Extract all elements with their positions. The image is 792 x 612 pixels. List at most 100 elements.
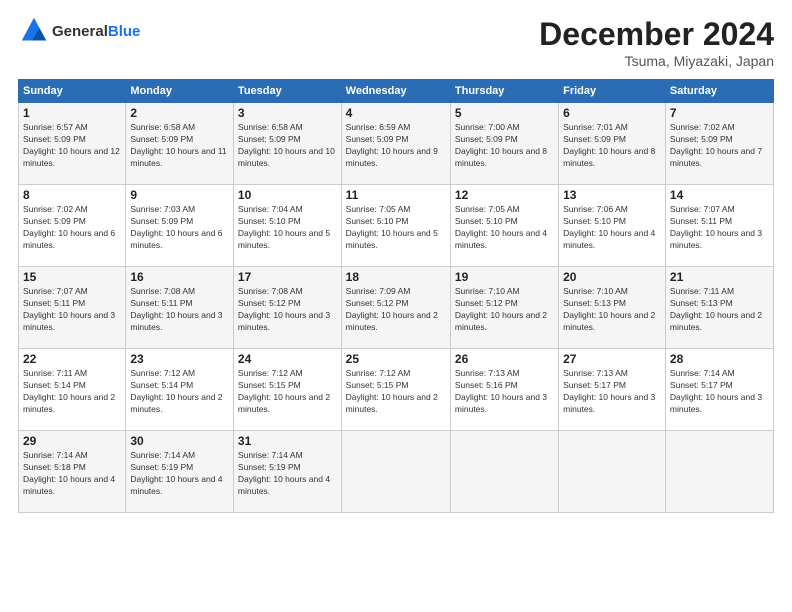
- day-number: 2: [130, 106, 229, 120]
- day-info: Sunrise: 7:14 AMSunset: 5:19 PMDaylight:…: [130, 450, 229, 498]
- day-number: 14: [670, 188, 769, 202]
- calendar-cell: 26 Sunrise: 7:13 AMSunset: 5:16 PMDayligh…: [450, 349, 558, 431]
- calendar-cell: 15Sunrise: 7:07 AMSunset: 5:11 PMDayligh…: [19, 267, 126, 349]
- day-number: 30: [130, 434, 229, 448]
- day-number: 31: [238, 434, 337, 448]
- day-number: 21: [670, 270, 769, 284]
- day-info: Sunrise: 7:00 AMSunset: 5:09 PMDaylight:…: [455, 122, 554, 170]
- day-info: Sunrise: 7:08 AMSunset: 5:12 PMDaylight:…: [238, 286, 337, 334]
- day-info: Sunrise: 7:09 AMSunset: 5:12 PMDaylight:…: [346, 286, 446, 334]
- day-info: Sunrise: 7:12 AMSunset: 5:15 PMDaylight:…: [346, 368, 446, 416]
- calendar-cell: 17 Sunrise: 7:08 AMSunset: 5:12 PMDayligh…: [233, 267, 341, 349]
- day-info: Sunrise: 7:04 AMSunset: 5:10 PMDaylight:…: [238, 204, 337, 252]
- day-info: Sunrise: 6:58 AMSunset: 5:09 PMDaylight:…: [130, 122, 229, 170]
- calendar-cell: 23 Sunrise: 7:12 AMSunset: 5:14 PMDayligh…: [126, 349, 234, 431]
- day-info: Sunrise: 7:12 AMSunset: 5:15 PMDaylight:…: [238, 368, 337, 416]
- day-info: Sunrise: 7:11 AMSunset: 5:13 PMDaylight:…: [670, 286, 769, 334]
- logo-blue: Blue: [108, 23, 141, 40]
- calendar-cell: 30 Sunrise: 7:14 AMSunset: 5:19 PMDayligh…: [126, 431, 234, 513]
- day-info: Sunrise: 6:58 AMSunset: 5:09 PMDaylight:…: [238, 122, 337, 170]
- day-info: Sunrise: 7:08 AMSunset: 5:11 PMDaylight:…: [130, 286, 229, 334]
- day-info: Sunrise: 6:59 AMSunset: 5:09 PMDaylight:…: [346, 122, 446, 170]
- weekday-header-thursday: Thursday: [450, 80, 558, 103]
- day-info: Sunrise: 7:12 AMSunset: 5:14 PMDaylight:…: [130, 368, 229, 416]
- day-number: 18: [346, 270, 446, 284]
- calendar-cell: 7 Sunrise: 7:02 AMSunset: 5:09 PMDaylight…: [665, 103, 773, 185]
- month-title: December 2024: [539, 16, 774, 53]
- calendar-cell: 13 Sunrise: 7:06 AMSunset: 5:10 PMDayligh…: [559, 185, 666, 267]
- day-number: 12: [455, 188, 554, 202]
- day-number: 26: [455, 352, 554, 366]
- day-number: 29: [23, 434, 121, 448]
- logo-general: General: [52, 23, 108, 40]
- weekday-header-wednesday: Wednesday: [341, 80, 450, 103]
- day-info: Sunrise: 7:01 AMSunset: 5:09 PMDaylight:…: [563, 122, 661, 170]
- day-info: Sunrise: 7:13 AMSunset: 5:16 PMDaylight:…: [455, 368, 554, 416]
- day-number: 8: [23, 188, 121, 202]
- weekday-header-saturday: Saturday: [665, 80, 773, 103]
- day-number: 19: [455, 270, 554, 284]
- calendar-cell: 25Sunrise: 7:12 AMSunset: 5:15 PMDayligh…: [341, 349, 450, 431]
- day-info: Sunrise: 6:57 AMSunset: 5:09 PMDaylight:…: [23, 122, 121, 170]
- day-number: 13: [563, 188, 661, 202]
- weekday-header-monday: Monday: [126, 80, 234, 103]
- day-number: 27: [563, 352, 661, 366]
- calendar-cell: 8 Sunrise: 7:02 AMSunset: 5:09 PMDaylight…: [19, 185, 126, 267]
- day-info: Sunrise: 7:05 AMSunset: 5:10 PMDaylight:…: [455, 204, 554, 252]
- day-number: 4: [346, 106, 446, 120]
- calendar-cell: 6 Sunrise: 7:01 AMSunset: 5:09 PMDaylight…: [559, 103, 666, 185]
- calendar-cell: 28 Sunrise: 7:14 AMSunset: 5:17 PMDayligh…: [665, 349, 773, 431]
- logo: GeneralBlue: [18, 16, 140, 49]
- day-number: 22: [23, 352, 121, 366]
- calendar-cell: 19 Sunrise: 7:10 AMSunset: 5:12 PMDayligh…: [450, 267, 558, 349]
- calendar-cell: 31 Sunrise: 7:14 AMSunset: 5:19 PMDayligh…: [233, 431, 341, 513]
- calendar-table: SundayMondayTuesdayWednesdayThursdayFrid…: [18, 79, 774, 513]
- day-number: 11: [346, 188, 446, 202]
- calendar-cell: 12 Sunrise: 7:05 AMSunset: 5:10 PMDayligh…: [450, 185, 558, 267]
- calendar-cell: [341, 431, 450, 513]
- calendar-cell: 16Sunrise: 7:08 AMSunset: 5:11 PMDayligh…: [126, 267, 234, 349]
- day-info: Sunrise: 7:11 AMSunset: 5:14 PMDaylight:…: [23, 368, 121, 416]
- weekday-header-sunday: Sunday: [19, 80, 126, 103]
- day-info: Sunrise: 7:14 AMSunset: 5:18 PMDaylight:…: [23, 450, 121, 498]
- day-number: 24: [238, 352, 337, 366]
- calendar-cell: 2 Sunrise: 6:58 AMSunset: 5:09 PMDaylight…: [126, 103, 234, 185]
- day-number: 6: [563, 106, 661, 120]
- day-info: Sunrise: 7:14 AMSunset: 5:17 PMDaylight:…: [670, 368, 769, 416]
- calendar-cell: 18 Sunrise: 7:09 AMSunset: 5:12 PMDayligh…: [341, 267, 450, 349]
- calendar-cell: 5 Sunrise: 7:00 AMSunset: 5:09 PMDaylight…: [450, 103, 558, 185]
- day-info: Sunrise: 7:02 AMSunset: 5:09 PMDaylight:…: [670, 122, 769, 170]
- weekday-header-friday: Friday: [559, 80, 666, 103]
- calendar-cell: [450, 431, 558, 513]
- day-number: 5: [455, 106, 554, 120]
- day-info: Sunrise: 7:07 AMSunset: 5:11 PMDaylight:…: [670, 204, 769, 252]
- day-number: 28: [670, 352, 769, 366]
- day-number: 3: [238, 106, 337, 120]
- calendar-cell: 27 Sunrise: 7:13 AMSunset: 5:17 PMDayligh…: [559, 349, 666, 431]
- calendar-cell: 22 Sunrise: 7:11 AMSunset: 5:14 PMDayligh…: [19, 349, 126, 431]
- calendar-cell: 9Sunrise: 7:03 AMSunset: 5:09 PMDaylight…: [126, 185, 234, 267]
- calendar-cell: [559, 431, 666, 513]
- day-info: Sunrise: 7:03 AMSunset: 5:09 PMDaylight:…: [130, 204, 229, 252]
- day-number: 23: [130, 352, 229, 366]
- calendar-cell: 21 Sunrise: 7:11 AMSunset: 5:13 PMDayligh…: [665, 267, 773, 349]
- day-info: Sunrise: 7:07 AMSunset: 5:11 PMDaylight:…: [23, 286, 121, 334]
- day-info: Sunrise: 7:13 AMSunset: 5:17 PMDaylight:…: [563, 368, 661, 416]
- location: Tsuma, Miyazaki, Japan: [539, 53, 774, 69]
- calendar-cell: 11 Sunrise: 7:05 AMSunset: 5:10 PMDayligh…: [341, 185, 450, 267]
- calendar-cell: 20Sunrise: 7:10 AMSunset: 5:13 PMDayligh…: [559, 267, 666, 349]
- day-info: Sunrise: 7:05 AMSunset: 5:10 PMDaylight:…: [346, 204, 446, 252]
- calendar-cell: 4 Sunrise: 6:59 AMSunset: 5:09 PMDaylight…: [341, 103, 450, 185]
- header: GeneralBlue December 2024 Tsuma, Miyazak…: [18, 16, 774, 69]
- day-number: 17: [238, 270, 337, 284]
- day-number: 20: [563, 270, 661, 284]
- day-number: 7: [670, 106, 769, 120]
- title-block: December 2024 Tsuma, Miyazaki, Japan: [539, 16, 774, 69]
- day-info: Sunrise: 7:06 AMSunset: 5:10 PMDaylight:…: [563, 204, 661, 252]
- day-info: Sunrise: 7:14 AMSunset: 5:19 PMDaylight:…: [238, 450, 337, 498]
- calendar-cell: 1Sunrise: 6:57 AMSunset: 5:09 PMDaylight…: [19, 103, 126, 185]
- day-info: Sunrise: 7:10 AMSunset: 5:12 PMDaylight:…: [455, 286, 554, 334]
- weekday-header-tuesday: Tuesday: [233, 80, 341, 103]
- day-info: Sunrise: 7:02 AMSunset: 5:09 PMDaylight:…: [23, 204, 121, 252]
- calendar-cell: 10Sunrise: 7:04 AMSunset: 5:10 PMDayligh…: [233, 185, 341, 267]
